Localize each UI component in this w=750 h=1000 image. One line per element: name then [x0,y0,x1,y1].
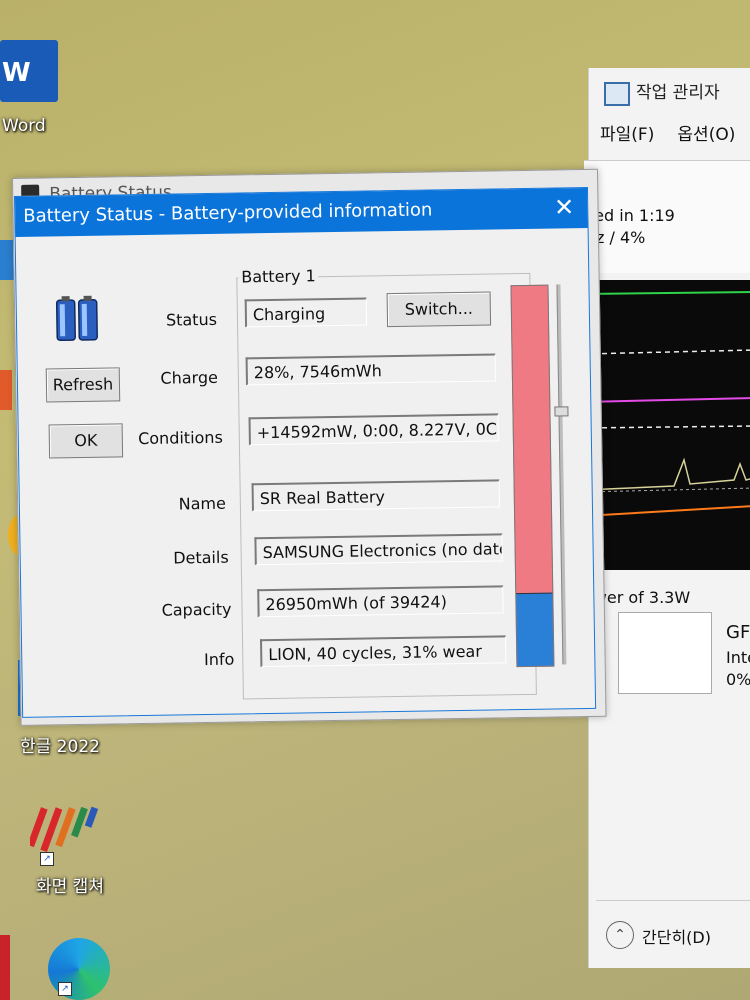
details-field: SAMSUNG Electronics (no date) [254,533,503,566]
dialog-titlebar[interactable]: Battery Status - Battery-provided inform… [15,187,588,237]
charge-level-bar [510,284,555,668]
charge-label: Charge [160,367,219,388]
gpu-usage: 0% [726,670,750,689]
gpu-thumbnail[interactable] [618,612,712,694]
battery-info-dialog[interactable]: Battery Status - Battery-provided inform… [14,186,597,718]
capacity-field: 26950mWh (of 39424) [257,585,504,618]
status-label: Status [165,309,218,330]
shortcut-arrow-icon: ↗ [58,982,72,996]
capture-icon-label: 화면 캡쳐 [36,877,104,897]
status-field: Charging [244,297,368,328]
gpu-sub-label: Inte [726,648,750,667]
dialog-title: Battery Status - Battery-provided inform… [23,199,433,227]
info-label: Info [203,649,235,670]
charge-level-fill [516,592,554,667]
capacity-label: Capacity [161,599,232,620]
menu-file[interactable]: 파일(F) [600,125,654,145]
performance-graph [584,280,750,570]
fewer-details-icon[interactable]: ⌃ [606,921,634,949]
word-app-icon[interactable]: W [0,40,58,102]
partial-desktop-icon[interactable] [0,370,12,410]
info-field: LION, 40 cycles, 31% wear [259,635,507,668]
gpu-label: GF [726,622,750,643]
task-manager-icon [604,82,630,106]
name-label: Name [178,493,227,514]
battery-group-title: Battery 1 [238,266,319,287]
task-manager-title: 작업 관리자 [636,83,720,103]
details-label: Details [173,547,229,568]
level-slider-thumb[interactable] [554,406,569,417]
name-field: SR Real Battery [251,479,500,512]
partial-desktop-icon[interactable] [0,240,14,280]
hangul-icon-label: 한글 2022 [20,737,100,757]
conditions-label: Conditions [137,427,223,449]
battery-icon [55,295,98,342]
charge-field: 28%, 7546mWh [245,353,496,386]
menu-options[interactable]: 옵션(O) [677,125,735,145]
partial-desktop-icon[interactable] [0,935,10,1000]
conditions-field: +14592mW, 0:00, 8.227V, 0C [248,413,499,446]
shortcut-arrow-icon: ↗ [40,852,54,866]
close-button[interactable]: ✕ [549,192,579,222]
switch-button[interactable]: Switch... [386,291,492,328]
level-slider-track[interactable] [556,284,567,665]
word-icon-label: Word [2,116,46,136]
fewer-details-button[interactable]: 간단히(D) [642,924,711,948]
